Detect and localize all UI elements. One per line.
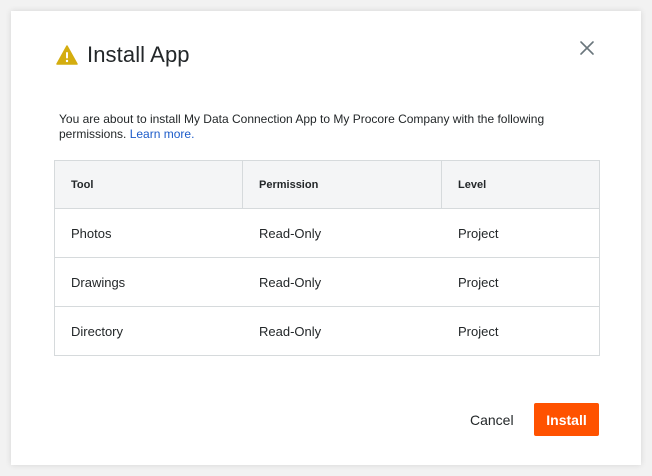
close-icon[interactable] bbox=[579, 40, 595, 56]
table-header-row: Tool Permission Level bbox=[55, 161, 599, 209]
cell-permission: Read-Only bbox=[259, 274, 322, 290]
cell-tool: Photos bbox=[71, 225, 112, 241]
cell-permission: Read-Only bbox=[259, 323, 322, 339]
permissions-table: Tool Permission Level Photos Read-Only P… bbox=[54, 160, 600, 356]
cancel-button[interactable]: Cancel bbox=[462, 403, 522, 436]
dialog-footer: Cancel Install bbox=[11, 403, 641, 436]
table-row: Photos Read-Only Project bbox=[55, 209, 599, 258]
cell-permission: Read-Only bbox=[259, 225, 322, 241]
dialog-message: You are about to install My Data Connect… bbox=[59, 112, 579, 142]
cell-level: Project bbox=[458, 225, 499, 241]
table-row: Drawings Read-Only Project bbox=[55, 258, 599, 307]
dialog-header: Install App bbox=[56, 41, 190, 69]
warning-triangle-icon bbox=[56, 45, 78, 65]
install-button[interactable]: Install bbox=[534, 403, 599, 436]
column-header-tool: Tool bbox=[55, 161, 243, 208]
column-header-level: Level bbox=[458, 178, 487, 191]
cell-level: Project bbox=[458, 274, 499, 290]
table-row: Directory Read-Only Project bbox=[55, 307, 599, 355]
column-header-permission: Permission bbox=[243, 161, 442, 208]
learn-more-link[interactable]: Learn more. bbox=[130, 127, 195, 141]
dialog-title: Install App bbox=[87, 42, 190, 67]
install-app-dialog: Install App You are about to install My … bbox=[11, 11, 641, 465]
cell-level: Project bbox=[458, 323, 499, 339]
cell-tool: Drawings bbox=[71, 274, 126, 290]
cell-tool: Directory bbox=[71, 323, 124, 339]
